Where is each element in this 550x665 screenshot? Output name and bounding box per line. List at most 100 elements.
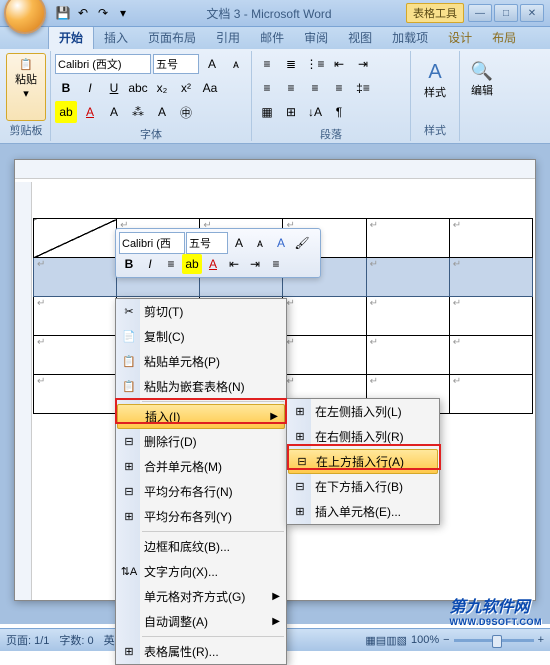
status-page[interactable]: 页面: 1/1 bbox=[6, 632, 49, 648]
strike-button[interactable]: abc bbox=[127, 77, 149, 99]
zoom-in-button[interactable]: + bbox=[538, 634, 544, 646]
tab-view[interactable]: 视图 bbox=[338, 26, 382, 49]
zoom-thumb[interactable] bbox=[492, 635, 502, 648]
menu-insert[interactable]: 插入(I)▶ bbox=[117, 404, 285, 429]
mini-center-button[interactable]: ≡ bbox=[161, 254, 181, 274]
mini-italic-button[interactable]: I bbox=[140, 254, 160, 274]
menu-merge-cells[interactable]: ⊞合并单元格(M) bbox=[116, 454, 286, 479]
tab-design[interactable]: 设计 bbox=[438, 26, 482, 49]
mini-indent-inc-button[interactable]: ⇥ bbox=[245, 254, 265, 274]
font-name-select[interactable] bbox=[55, 54, 151, 74]
tab-references[interactable]: 引用 bbox=[206, 26, 250, 49]
tab-home[interactable]: 开始 bbox=[48, 25, 94, 49]
shrink-font-icon[interactable]: ᴀ bbox=[225, 53, 247, 75]
find-icon[interactable]: 🔍 bbox=[464, 61, 500, 82]
submenu-insert-cells[interactable]: ⊞插入单元格(E)... bbox=[287, 499, 439, 524]
view-buttons[interactable]: ▦▤▥▧ bbox=[365, 634, 407, 647]
zoom-level[interactable]: 100% bbox=[411, 634, 439, 646]
bold-button[interactable]: B bbox=[55, 77, 77, 99]
bullets-button[interactable]: ≡ bbox=[256, 53, 278, 75]
table-cell[interactable] bbox=[34, 219, 117, 258]
tab-review[interactable]: 审阅 bbox=[294, 26, 338, 49]
table-cell[interactable]: ↵ bbox=[449, 375, 532, 414]
mini-highlight-button[interactable]: ab bbox=[182, 254, 202, 274]
indent-dec-button[interactable]: ⇤ bbox=[328, 53, 350, 75]
table-cell[interactable]: ↵ bbox=[34, 336, 117, 375]
align-center-button[interactable]: ≡ bbox=[280, 77, 302, 99]
tab-page-layout[interactable]: 页面布局 bbox=[138, 26, 206, 49]
menu-distribute-cols[interactable]: ⊞平均分布各列(Y) bbox=[116, 504, 286, 529]
grow-font-icon[interactable]: A bbox=[201, 53, 223, 75]
menu-delete-rows[interactable]: ⊟删除行(D) bbox=[116, 429, 286, 454]
menu-copy[interactable]: 📄复制(C) bbox=[116, 324, 286, 349]
menu-cut[interactable]: ✂剪切(T) bbox=[116, 299, 286, 324]
align-right-button[interactable]: ≡ bbox=[304, 77, 326, 99]
menu-distribute-rows[interactable]: ⊟平均分布各行(N) bbox=[116, 479, 286, 504]
horizontal-ruler[interactable] bbox=[15, 160, 535, 179]
mini-format-painter-icon[interactable]: 🖌 bbox=[292, 233, 312, 253]
zoom-slider[interactable] bbox=[454, 639, 534, 642]
phonetic-button[interactable]: ⁂ bbox=[127, 101, 149, 123]
show-marks-button[interactable]: ¶ bbox=[328, 101, 350, 123]
table-cell[interactable]: ↵ bbox=[449, 336, 532, 375]
align-left-button[interactable]: ≡ bbox=[256, 77, 278, 99]
submenu-insert-col-right[interactable]: ⊞在右侧插入列(R) bbox=[287, 424, 439, 449]
table-cell[interactable]: ↵ bbox=[34, 297, 117, 336]
menu-autofit[interactable]: 自动调整(A)▶ bbox=[116, 609, 286, 634]
close-button[interactable]: ✕ bbox=[520, 4, 544, 22]
clear-format-button[interactable]: A bbox=[151, 101, 173, 123]
sort-button[interactable]: ↓A bbox=[304, 101, 326, 123]
menu-cell-alignment[interactable]: 单元格对齐方式(G)▶ bbox=[116, 584, 286, 609]
mini-font-name[interactable] bbox=[119, 232, 185, 254]
mini-indent-dec-button[interactable]: ⇤ bbox=[224, 254, 244, 274]
menu-borders-shading[interactable]: 边框和底纹(B)... bbox=[116, 534, 286, 559]
paste-button[interactable]: 📋粘贴▾ bbox=[6, 53, 46, 121]
table-cell[interactable]: ↵ bbox=[449, 258, 532, 297]
table-cell[interactable]: ↵ bbox=[283, 297, 366, 336]
highlight-button[interactable]: ab bbox=[55, 101, 77, 123]
menu-paste-nested[interactable]: 📋粘贴为嵌套表格(N) bbox=[116, 374, 286, 399]
borders-button[interactable]: ⊞ bbox=[280, 101, 302, 123]
table-cell[interactable]: ↵ bbox=[283, 336, 366, 375]
minimize-button[interactable]: — bbox=[468, 4, 492, 22]
mini-font-size[interactable] bbox=[186, 232, 228, 254]
mini-grow-font-icon[interactable]: A bbox=[229, 233, 249, 253]
mini-bold-button[interactable]: B bbox=[119, 254, 139, 274]
underline-button[interactable]: U bbox=[103, 77, 125, 99]
menu-paste-cells[interactable]: 📋粘贴单元格(P) bbox=[116, 349, 286, 374]
change-case-button[interactable]: Aa bbox=[199, 77, 221, 99]
tab-mail[interactable]: 邮件 bbox=[250, 26, 294, 49]
vertical-ruler[interactable] bbox=[15, 182, 32, 601]
undo-icon[interactable]: ↶ bbox=[74, 4, 92, 22]
multilevel-button[interactable]: ⋮≡ bbox=[304, 53, 326, 75]
tab-addins[interactable]: 加载项 bbox=[382, 26, 438, 49]
tab-insert[interactable]: 插入 bbox=[94, 26, 138, 49]
table-cell[interactable]: ↵ bbox=[366, 336, 449, 375]
zoom-out-button[interactable]: − bbox=[443, 634, 449, 646]
redo-icon[interactable]: ↷ bbox=[94, 4, 112, 22]
font-color-button[interactable]: A bbox=[79, 101, 101, 123]
table-cell[interactable]: ↵ bbox=[34, 258, 117, 297]
menu-text-direction[interactable]: ⇅A文字方向(X)... bbox=[116, 559, 286, 584]
save-icon[interactable]: 💾 bbox=[54, 4, 72, 22]
italic-button[interactable]: I bbox=[79, 77, 101, 99]
enclose-button[interactable]: ㊥ bbox=[175, 101, 197, 123]
superscript-button[interactable]: x² bbox=[175, 77, 197, 99]
subscript-button[interactable]: x₂ bbox=[151, 77, 173, 99]
maximize-button[interactable]: □ bbox=[494, 4, 518, 22]
table-cell[interactable]: ↵ bbox=[366, 297, 449, 336]
line-spacing-button[interactable]: ‡≡ bbox=[352, 77, 374, 99]
submenu-insert-col-left[interactable]: ⊞在左侧插入列(L) bbox=[287, 399, 439, 424]
numbering-button[interactable]: ≣ bbox=[280, 53, 302, 75]
submenu-insert-row-below[interactable]: ⊟在下方插入行(B) bbox=[287, 474, 439, 499]
justify-button[interactable]: ≡ bbox=[328, 77, 350, 99]
styles-icon[interactable]: A bbox=[415, 61, 455, 84]
menu-table-properties[interactable]: ⊞表格属性(R)... bbox=[116, 639, 286, 664]
mini-font-color-button[interactable]: A bbox=[203, 254, 223, 274]
table-cell[interactable]: ↵ bbox=[449, 297, 532, 336]
tab-table-layout[interactable]: 布局 bbox=[482, 26, 526, 49]
shading-button[interactable]: ▦ bbox=[256, 101, 278, 123]
indent-inc-button[interactable]: ⇥ bbox=[352, 53, 374, 75]
table-cell[interactable]: ↵ bbox=[366, 219, 449, 258]
char-border-button[interactable]: A bbox=[103, 101, 125, 123]
